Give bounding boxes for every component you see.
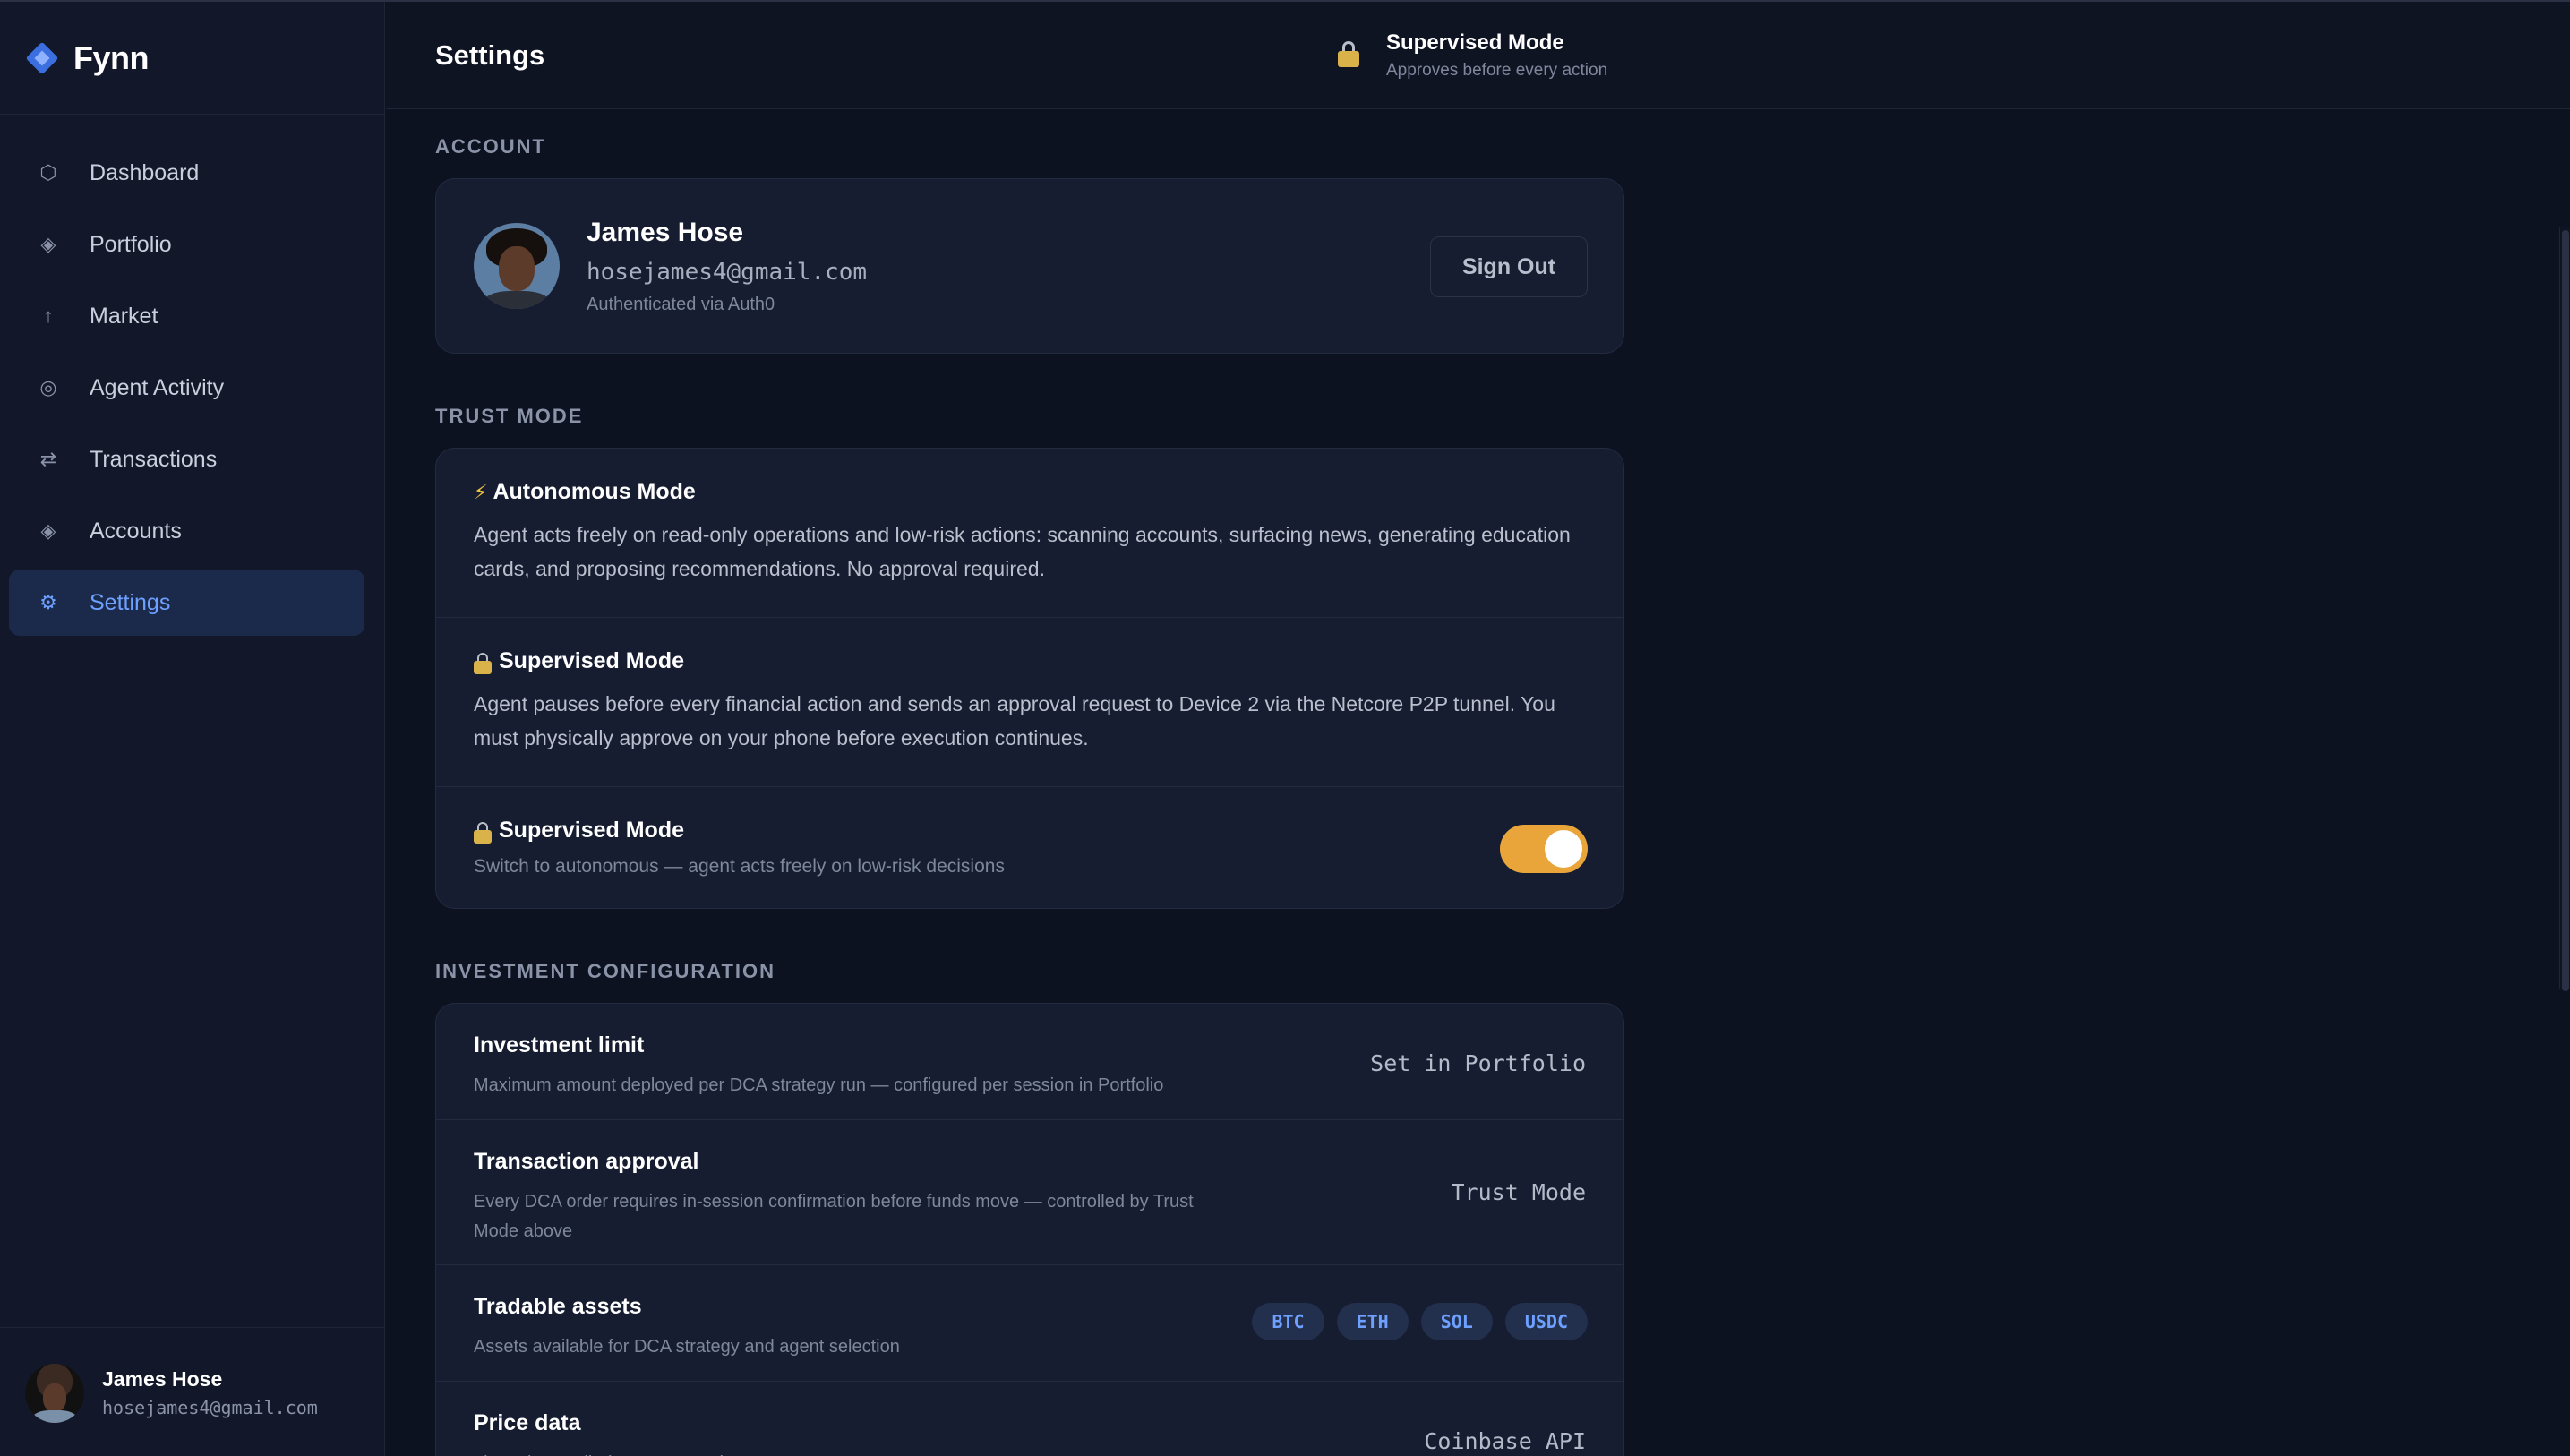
trust-mode-toggle-row: Supervised Mode Switch to autonomous — a… bbox=[436, 787, 1623, 908]
sidebar-nav: ⬡ Dashboard ◈ Portfolio ↑ Market ◎ Agent… bbox=[0, 115, 384, 636]
avatar bbox=[474, 223, 560, 309]
row-value: Coinbase API bbox=[1424, 1428, 1586, 1454]
autonomous-mode-info: ⚡ Autonomous Mode Agent acts freely on r… bbox=[436, 449, 1623, 618]
row-description: Live prices polled every second bbox=[474, 1449, 1226, 1456]
account-card: James Hose hosejames4@gmail.com Authenti… bbox=[435, 178, 1624, 354]
sidebar-item-transactions[interactable]: ⇄ Transactions bbox=[9, 426, 364, 492]
diamond-icon: ◈ bbox=[40, 233, 56, 255]
sidebar-item-label: Transactions bbox=[90, 446, 218, 472]
row-description: Maximum amount deployed per DCA strategy… bbox=[474, 1075, 1164, 1095]
sidebar-item-market[interactable]: ↑ Market bbox=[9, 283, 364, 349]
sidebar: Fynn ⬡ Dashboard ◈ Portfolio ↑ Market ◎ … bbox=[0, 2, 385, 1456]
sidebar-item-settings[interactable]: ⚙ Settings bbox=[9, 570, 364, 636]
asset-chips: BTC ETH SOL USDC bbox=[1252, 1303, 1588, 1340]
asset-chip-eth: ETH bbox=[1336, 1303, 1409, 1340]
sidebar-user[interactable]: James Hose hosejames4@gmail.com bbox=[0, 1327, 385, 1456]
sign-out-button[interactable]: Sign Out bbox=[1430, 236, 1588, 297]
asset-chip-usdc: USDC bbox=[1504, 1303, 1588, 1340]
lock-icon bbox=[474, 652, 492, 674]
sidebar-item-label: Settings bbox=[90, 589, 171, 615]
toggle-row-title: Supervised Mode bbox=[499, 818, 684, 843]
investment-limit-row: Investment limit Maximum amount deployed… bbox=[436, 1004, 1623, 1120]
sidebar-item-portfolio[interactable]: ◈ Portfolio bbox=[9, 211, 364, 278]
sidebar-item-label: Market bbox=[90, 303, 158, 329]
toggle-knob bbox=[1545, 830, 1582, 868]
row-value: Set in Portfolio bbox=[1370, 1050, 1586, 1076]
sidebar-item-accounts[interactable]: ◈ Accounts bbox=[9, 498, 364, 564]
avatar bbox=[25, 1363, 84, 1423]
sidebar-item-dashboard[interactable]: ⬡ Dashboard bbox=[9, 140, 364, 206]
investment-config-card: Investment limit Maximum amount deployed… bbox=[435, 1003, 1624, 1456]
row-value: Trust Mode bbox=[1451, 1179, 1586, 1205]
sidebar-item-label: Agent Activity bbox=[90, 374, 225, 400]
gear-icon: ⚙ bbox=[39, 591, 57, 613]
mode-title: Supervised Mode bbox=[1386, 30, 1564, 55]
lock-icon bbox=[474, 821, 492, 844]
page-title: Settings bbox=[435, 39, 545, 71]
trust-mode-indicator: Supervised Mode Approves before every ac… bbox=[1338, 30, 1607, 81]
toggle-row-subtitle: Switch to autonomous — agent acts freely… bbox=[474, 856, 1005, 877]
settings-content[interactable]: ACCOUNT James Hose hosejames4@gmail.com … bbox=[386, 110, 2570, 1456]
fynn-logo-icon bbox=[25, 41, 59, 74]
trust-mode-card: ⚡ Autonomous Mode Agent acts freely on r… bbox=[435, 448, 1624, 909]
account-name: James Hose bbox=[587, 217, 744, 247]
supervised-mode-title: Supervised Mode bbox=[499, 648, 684, 673]
row-title: Price data bbox=[474, 1410, 581, 1435]
account-email: hosejames4@gmail.com bbox=[587, 258, 868, 286]
supervised-mode-info: Supervised Mode Agent pauses before ever… bbox=[436, 618, 1623, 787]
supervised-mode-description: Agent pauses before every financial acti… bbox=[474, 692, 1555, 749]
price-data-row: Price data Live prices polled every seco… bbox=[436, 1382, 1623, 1456]
sidebar-item-agent-activity[interactable]: ◎ Agent Activity bbox=[9, 355, 364, 421]
section-label-investment: INVESTMENT CONFIGURATION bbox=[435, 960, 776, 982]
scrollbar[interactable] bbox=[2559, 227, 2570, 991]
sidebar-item-label: Portfolio bbox=[90, 231, 172, 257]
circle-icon: ◎ bbox=[39, 376, 57, 398]
section-label-trust-mode: TRUST MODE bbox=[435, 405, 584, 427]
transaction-approval-row: Transaction approval Every DCA order req… bbox=[436, 1120, 1623, 1265]
brand[interactable]: Fynn bbox=[0, 2, 384, 115]
autonomous-mode-title: Autonomous Mode bbox=[493, 479, 696, 504]
sidebar-user-name: James Hose bbox=[102, 1367, 223, 1391]
asset-chip-btc: BTC bbox=[1252, 1303, 1324, 1340]
half-diamond-icon: ◈ bbox=[40, 519, 56, 542]
sidebar-item-label: Dashboard bbox=[90, 159, 200, 185]
hexagon-icon: ⬡ bbox=[39, 161, 57, 184]
arrow-up-icon: ↑ bbox=[43, 304, 54, 327]
autonomous-mode-description: Agent acts freely on read-only operation… bbox=[474, 523, 1571, 580]
row-description: Every DCA order requires in-session conf… bbox=[474, 1192, 1194, 1241]
lightning-icon: ⚡ bbox=[474, 480, 488, 503]
top-bar: Settings Supervised Mode Approves before… bbox=[386, 2, 2570, 109]
mode-subtitle: Approves before every action bbox=[1386, 61, 1608, 80]
account-auth-provider: Authenticated via Auth0 bbox=[587, 294, 775, 314]
row-description: Assets available for DCA strategy and ag… bbox=[474, 1337, 900, 1357]
section-label-account: ACCOUNT bbox=[435, 135, 546, 158]
swap-icon: ⇄ bbox=[39, 448, 57, 470]
brand-name: Fynn bbox=[73, 39, 150, 76]
row-title: Transaction approval bbox=[474, 1149, 699, 1174]
trust-mode-toggle[interactable] bbox=[1500, 825, 1588, 873]
sidebar-user-email: hosejames4@gmail.com bbox=[102, 1397, 318, 1418]
sidebar-item-label: Accounts bbox=[90, 518, 182, 544]
asset-chip-sol: SOL bbox=[1420, 1303, 1493, 1340]
lock-icon bbox=[1338, 41, 1359, 68]
scrollbar-thumb[interactable] bbox=[2562, 230, 2569, 991]
tradable-assets-row: Tradable assets Assets available for DCA… bbox=[436, 1265, 1623, 1382]
